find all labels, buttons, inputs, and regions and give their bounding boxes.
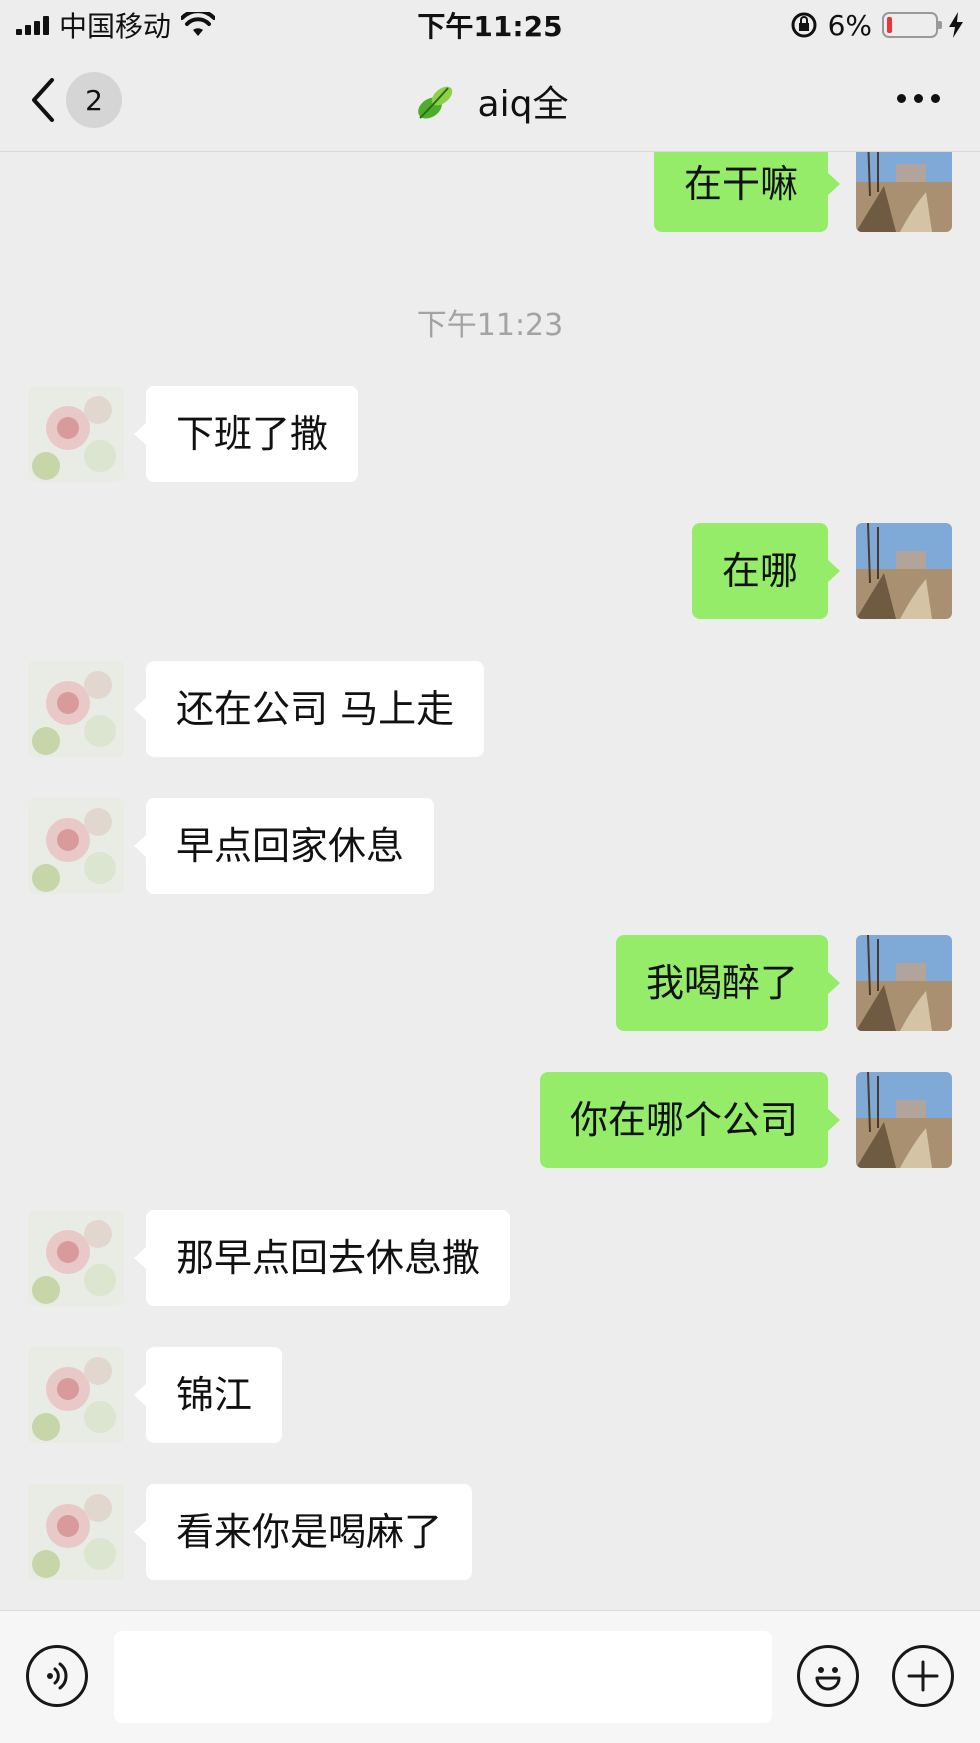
my-avatar[interactable]: [856, 935, 952, 1031]
rose-avatar-icon: [28, 661, 124, 757]
rose-avatar-icon: [28, 1484, 124, 1580]
message-bubble-received[interactable]: 早点回家休息: [133, 798, 435, 894]
rose-avatar-icon: [28, 1210, 124, 1306]
contact-avatar[interactable]: [28, 1347, 124, 1443]
emoji-button[interactable]: [797, 1645, 859, 1707]
message-row: 锦江: [28, 1347, 283, 1443]
contact-avatar[interactable]: [28, 386, 124, 482]
battery-icon: [882, 12, 942, 38]
nav-title-group: aiq全: [412, 75, 569, 127]
signal-icon: [16, 15, 49, 35]
back-button[interactable]: 2: [30, 72, 122, 128]
message-bubble-received[interactable]: 下班了撒: [133, 386, 359, 482]
message-row: 下班了撒: [28, 386, 359, 482]
more-dot-icon: [931, 94, 940, 103]
rose-avatar-icon: [28, 798, 124, 894]
chat-area[interactable]: 下午11:23 在干嘛 下班了撒 在哪 还在公司 马上走 早点回家休息 我喝醉了…: [0, 152, 980, 1610]
charging-icon: [949, 12, 963, 38]
more-dot-icon: [897, 94, 906, 103]
plus-icon: [907, 1660, 939, 1692]
message-bubble-received[interactable]: 锦江: [133, 1347, 283, 1443]
chat-title: aiq全: [477, 83, 569, 125]
rose-avatar-icon: [28, 1347, 124, 1443]
contact-avatar[interactable]: [28, 1484, 124, 1580]
orientation-lock-icon: [791, 12, 817, 38]
input-bar: [0, 1610, 980, 1743]
wifi-icon: [181, 12, 216, 36]
message-row: 还在公司 马上走: [28, 661, 485, 757]
contact-avatar[interactable]: [28, 798, 124, 894]
message-bubble-sent[interactable]: 在干嘛: [653, 152, 841, 232]
message-row: 看来你是喝麻了: [28, 1484, 473, 1580]
status-bar: 中国移动 下午11:25 6%: [0, 0, 980, 50]
message-bubble-received[interactable]: 看来你是喝麻了: [133, 1484, 473, 1580]
voice-button[interactable]: [26, 1645, 88, 1707]
contact-avatar[interactable]: [28, 1210, 124, 1306]
message-row: 在哪: [691, 523, 952, 619]
unread-count-badge: 2: [66, 72, 122, 128]
more-actions-button[interactable]: [892, 1645, 954, 1707]
more-dot-icon: [914, 94, 923, 103]
message-row: 我喝醉了: [615, 935, 952, 1031]
my-avatar[interactable]: [856, 523, 952, 619]
status-left: 中国移动: [16, 5, 216, 45]
chat-timestamp: 下午11:23: [416, 308, 564, 343]
message-bubble-sent[interactable]: 你在哪个公司: [539, 1072, 841, 1168]
landscape-avatar-icon: [856, 152, 952, 232]
carrier-label: 中国移动: [59, 10, 172, 43]
message-bubble-sent[interactable]: 我喝醉了: [615, 935, 841, 1031]
message-input[interactable]: [114, 1631, 772, 1723]
battery-percent: 6%: [827, 8, 872, 42]
status-right: 6%: [790, 9, 964, 42]
landscape-avatar-icon: [856, 1072, 952, 1168]
message-row: 那早点回去休息撒: [28, 1210, 511, 1306]
chevron-left-icon: [32, 78, 54, 122]
contact-avatar[interactable]: [28, 661, 124, 757]
emoji-icon: [815, 1667, 841, 1691]
message-row: 早点回家休息: [28, 798, 435, 894]
my-avatar[interactable]: [856, 152, 952, 232]
leaf-avatar-icon: [417, 86, 452, 119]
message-bubble-received[interactable]: 还在公司 马上走: [133, 661, 485, 757]
landscape-avatar-icon: [856, 523, 952, 619]
message-bubble-received[interactable]: 那早点回去休息撒: [133, 1210, 511, 1306]
my-avatar[interactable]: [856, 1072, 952, 1168]
message-row: 你在哪个公司: [539, 1072, 952, 1168]
more-options-button[interactable]: [897, 86, 940, 111]
message-row: 在干嘛: [653, 152, 952, 232]
rose-avatar-icon: [28, 386, 124, 482]
nav-bar: 2 aiq全: [0, 50, 980, 152]
voice-icon: [47, 1662, 68, 1690]
message-bubble-sent[interactable]: 在哪: [691, 523, 841, 619]
landscape-avatar-icon: [856, 935, 952, 1031]
